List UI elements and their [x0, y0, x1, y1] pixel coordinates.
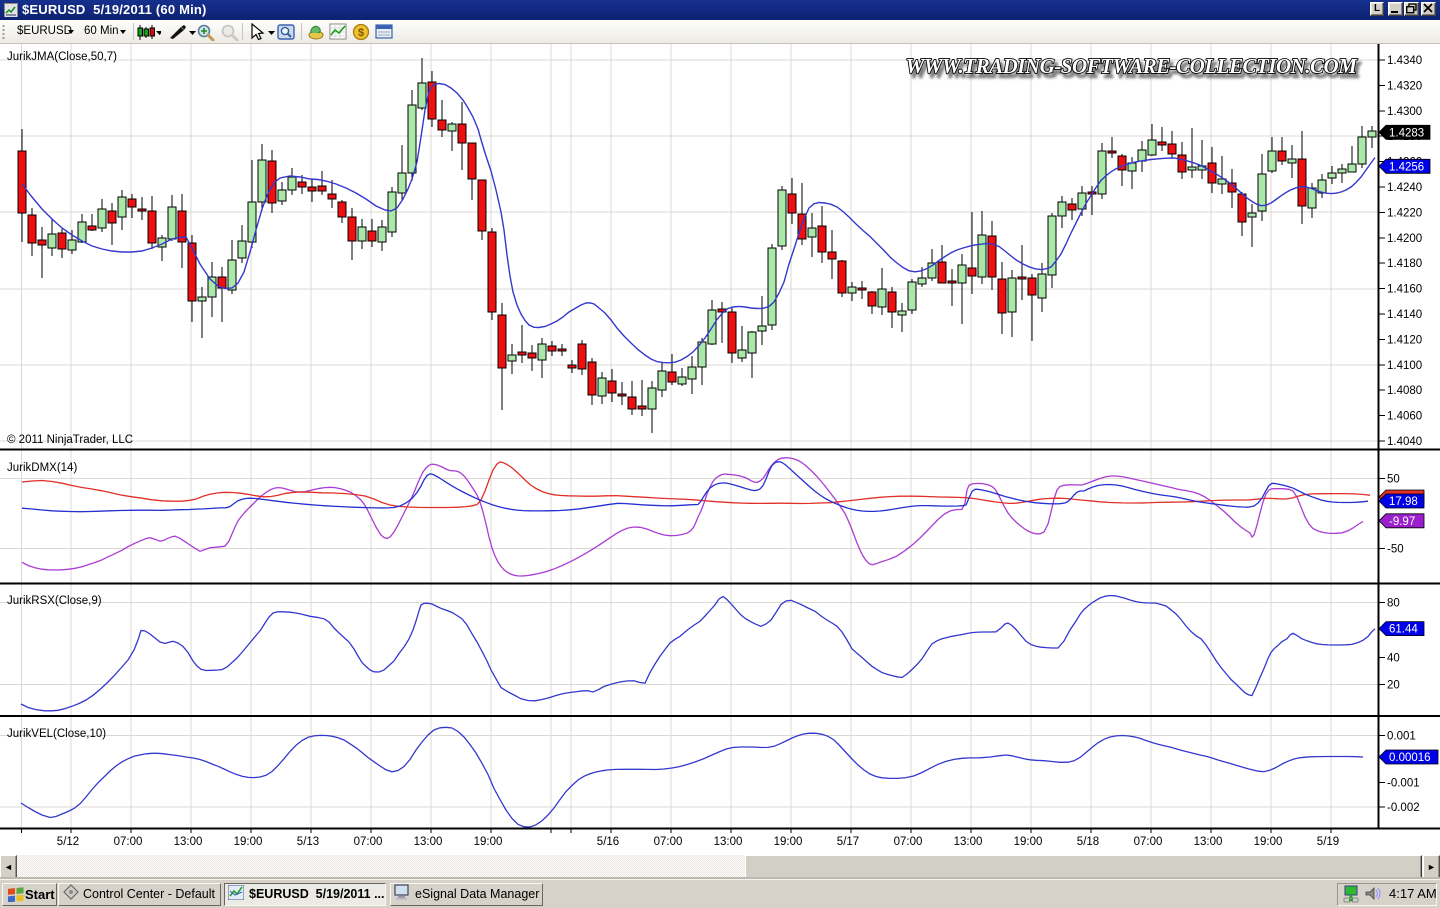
svg-text:JurikDMX(14): JurikDMX(14) [7, 462, 77, 474]
svg-text:0.001: 0.001 [1387, 731, 1416, 743]
svg-text:50: 50 [1387, 474, 1400, 486]
svg-text:13:00: 13:00 [954, 836, 983, 848]
svg-text:5/18: 5/18 [1077, 836, 1099, 848]
svg-text:19:00: 19:00 [474, 836, 503, 848]
svg-text:40: 40 [1387, 653, 1400, 665]
svg-text:1.4200: 1.4200 [1387, 233, 1422, 245]
svg-text:1.4080: 1.4080 [1387, 385, 1422, 397]
svg-text:19:00: 19:00 [234, 836, 263, 848]
svg-text:07:00: 07:00 [114, 836, 143, 848]
svg-text:13:00: 13:00 [714, 836, 743, 848]
svg-text:80: 80 [1387, 598, 1400, 610]
svg-text:1.4120: 1.4120 [1387, 334, 1422, 346]
svg-text:07:00: 07:00 [1134, 836, 1163, 848]
svg-text:JurikRSX(Close,9): JurikRSX(Close,9) [7, 595, 102, 607]
svg-text:JurikVEL(Close,10): JurikVEL(Close,10) [7, 728, 106, 740]
svg-text:5/19: 5/19 [1317, 836, 1339, 848]
svg-text:1.4160: 1.4160 [1387, 284, 1422, 296]
svg-text:1.4256: 1.4256 [1389, 161, 1424, 173]
svg-text:13:00: 13:00 [174, 836, 203, 848]
svg-text:$: $ [358, 27, 364, 39]
svg-text:1.4040: 1.4040 [1387, 436, 1422, 448]
svg-text:1.4240: 1.4240 [1387, 182, 1422, 194]
svg-text:-50: -50 [1387, 544, 1404, 556]
svg-text:JurikJMA(Close,50,7): JurikJMA(Close,50,7) [7, 51, 117, 63]
svg-text:5/17: 5/17 [837, 836, 859, 848]
svg-text:17.98: 17.98 [1389, 496, 1418, 508]
svg-text:1.4283: 1.4283 [1389, 127, 1424, 139]
svg-text:1.4060: 1.4060 [1387, 411, 1422, 423]
svg-text:5/13: 5/13 [297, 836, 319, 848]
svg-text:1.4180: 1.4180 [1387, 258, 1422, 270]
svg-text:1.4100: 1.4100 [1387, 360, 1422, 372]
svg-text:1.4220: 1.4220 [1387, 207, 1422, 219]
svg-text:1.4140: 1.4140 [1387, 309, 1422, 321]
svg-text:07:00: 07:00 [654, 836, 683, 848]
svg-text:19:00: 19:00 [1254, 836, 1283, 848]
svg-text:5/16: 5/16 [597, 836, 619, 848]
svg-text:1.4300: 1.4300 [1387, 106, 1422, 118]
svg-text:1.4320: 1.4320 [1387, 80, 1422, 92]
svg-text:61.44: 61.44 [1389, 624, 1418, 636]
svg-text:1.4340: 1.4340 [1387, 55, 1422, 67]
svg-text:-0.002: -0.002 [1387, 802, 1420, 814]
svg-text:07:00: 07:00 [354, 836, 383, 848]
svg-text:13:00: 13:00 [414, 836, 443, 848]
svg-text:19:00: 19:00 [774, 836, 803, 848]
svg-text:© 2011 NinjaTrader, LLC: © 2011 NinjaTrader, LLC [7, 434, 133, 446]
svg-text:13:00: 13:00 [1194, 836, 1223, 848]
svg-text:-9.97: -9.97 [1389, 516, 1415, 528]
svg-text:19:00: 19:00 [1014, 836, 1043, 848]
svg-text:0.00016: 0.00016 [1389, 752, 1431, 764]
svg-text:07:00: 07:00 [894, 836, 923, 848]
svg-text:WWW.TRADING-SOFTWARE-COLLECTIO: WWW.TRADING-SOFTWARE-COLLECTION.COM [906, 54, 1359, 78]
svg-text:-0.001: -0.001 [1387, 778, 1420, 790]
svg-text:20: 20 [1387, 680, 1400, 692]
svg-text:5/12: 5/12 [57, 836, 79, 848]
